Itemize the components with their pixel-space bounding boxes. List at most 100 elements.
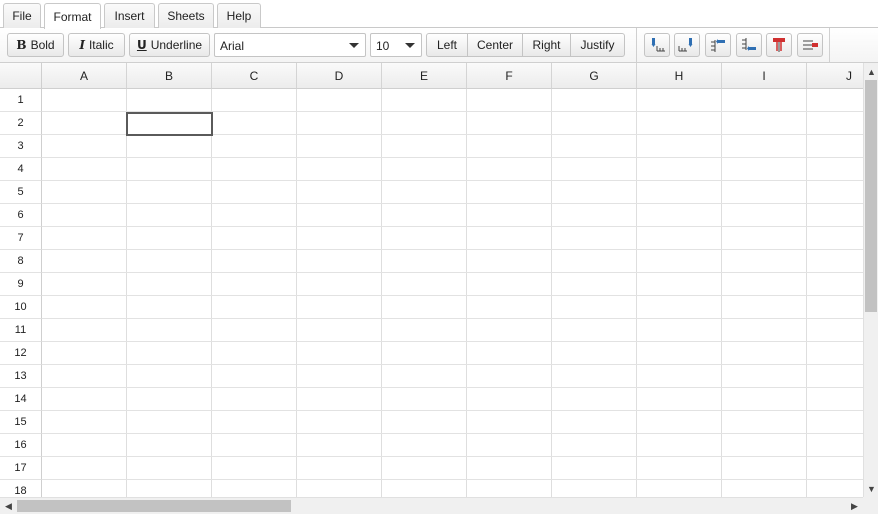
grid-line <box>42 226 863 227</box>
row-header[interactable]: 12 <box>0 342 42 365</box>
vertical-scroll-thumb[interactable] <box>865 80 877 312</box>
row-header[interactable]: 4 <box>0 158 42 181</box>
row-header[interactable]: 18 <box>0 480 42 497</box>
grid-line <box>42 341 863 342</box>
delete-column-button[interactable] <box>766 33 792 57</box>
row-header[interactable]: 16 <box>0 434 42 457</box>
italic-icon: I <box>79 38 85 52</box>
grid-line <box>296 89 297 497</box>
chevron-down-icon[interactable] <box>399 34 421 56</box>
tab-insert[interactable]: Insert <box>104 3 155 28</box>
scroll-up-icon[interactable]: ▲ <box>864 63 878 80</box>
column-header[interactable]: A <box>42 63 127 89</box>
insert-column-right-icon <box>678 38 693 52</box>
bold-button[interactable]: B Bold <box>7 33 64 57</box>
alignment-button-group: Left Center Right Justify <box>426 33 625 57</box>
column-header[interactable]: G <box>552 63 637 89</box>
grid-line <box>126 89 127 497</box>
align-right-button[interactable]: Right <box>523 34 571 56</box>
grid-line <box>211 89 212 497</box>
row-header[interactable]: 11 <box>0 319 42 342</box>
row-header[interactable]: 9 <box>0 273 42 296</box>
grid-line <box>42 410 863 411</box>
grid-line <box>42 295 863 296</box>
grid-line <box>806 89 807 497</box>
underline-label: Underline <box>150 38 203 52</box>
selected-cell[interactable] <box>126 112 213 136</box>
font-size-select[interactable]: 10 <box>370 33 422 57</box>
insert-row-above-button[interactable] <box>705 33 731 57</box>
column-header[interactable]: B <box>127 63 212 89</box>
grid-line <box>42 272 863 273</box>
grid-line <box>42 479 863 480</box>
grid-line <box>381 89 382 497</box>
tab-sheets[interactable]: Sheets <box>158 3 214 28</box>
italic-label: Italic <box>88 38 114 52</box>
column-header[interactable]: D <box>297 63 382 89</box>
tab-file[interactable]: File <box>3 3 41 28</box>
row-header[interactable]: 1 <box>0 89 42 112</box>
grid-line <box>42 456 863 457</box>
format-toolbar: B Bold I Italic U Underline Arial 10 Lef… <box>0 28 878 63</box>
row-header[interactable]: 13 <box>0 365 42 388</box>
grid-line <box>42 364 863 365</box>
scroll-right-icon[interactable]: ▶ <box>846 498 863 514</box>
toolbar-divider <box>829 28 830 63</box>
column-header[interactable]: I <box>722 63 807 89</box>
scrollbar-corner <box>863 497 878 514</box>
column-header[interactable]: E <box>382 63 467 89</box>
row-header[interactable]: 17 <box>0 457 42 480</box>
grid-line <box>42 433 863 434</box>
tab-help[interactable]: Help <box>217 3 261 28</box>
font-size-value: 10 <box>376 39 390 53</box>
row-header[interactable]: 5 <box>0 181 42 204</box>
align-justify-button[interactable]: Justify <box>571 34 624 56</box>
row-header[interactable]: 10 <box>0 296 42 319</box>
grid-line <box>466 89 467 497</box>
insert-column-left-icon <box>651 38 665 52</box>
column-header[interactable]: H <box>637 63 722 89</box>
font-family-select[interactable]: Arial <box>214 33 366 57</box>
row-header[interactable]: 6 <box>0 204 42 227</box>
vertical-scrollbar[interactable]: ▲ ▼ <box>863 63 878 497</box>
grid-line <box>42 180 863 181</box>
spreadsheet-grid[interactable]: A B C D E F G H I J 1 2 3 4 5 6 7 8 9 10… <box>0 63 863 497</box>
scroll-left-icon[interactable]: ◀ <box>0 498 17 514</box>
horizontal-scrollbar[interactable]: ◀ ▶ <box>0 497 863 514</box>
tab-format[interactable]: Format <box>44 3 101 29</box>
delete-row-icon <box>803 40 818 50</box>
column-header[interactable]: C <box>212 63 297 89</box>
insert-row-below-button[interactable] <box>736 33 762 57</box>
delete-column-icon <box>773 38 785 52</box>
delete-row-button[interactable] <box>797 33 823 57</box>
insert-row-above-icon <box>711 39 725 52</box>
insert-column-left-button[interactable] <box>644 33 670 57</box>
scroll-down-icon[interactable]: ▼ <box>864 480 878 497</box>
column-header[interactable]: J <box>807 63 863 89</box>
column-header[interactable]: F <box>467 63 552 89</box>
underline-icon: U <box>136 38 147 52</box>
underline-button[interactable]: U Underline <box>129 33 210 57</box>
row-header[interactable]: 8 <box>0 250 42 273</box>
row-header[interactable]: 2 <box>0 112 42 135</box>
row-header[interactable]: 3 <box>0 135 42 158</box>
grid-line <box>721 89 722 497</box>
bold-icon: B <box>16 38 27 52</box>
align-center-button[interactable]: Center <box>468 34 523 56</box>
row-header[interactable]: 14 <box>0 388 42 411</box>
chevron-down-icon[interactable] <box>343 34 365 56</box>
insert-column-right-button[interactable] <box>674 33 700 57</box>
italic-button[interactable]: I Italic <box>68 33 125 57</box>
font-family-value: Arial <box>220 39 245 53</box>
horizontal-scroll-thumb[interactable] <box>17 500 291 512</box>
grid-line <box>42 157 863 158</box>
grid-line <box>636 89 637 497</box>
select-all-corner[interactable] <box>0 63 42 89</box>
insert-row-below-icon <box>742 38 756 51</box>
row-header[interactable]: 15 <box>0 411 42 434</box>
grid-line <box>42 249 863 250</box>
align-left-button[interactable]: Left <box>427 34 468 56</box>
bold-label: Bold <box>30 38 55 52</box>
row-header[interactable]: 7 <box>0 227 42 250</box>
grid-line <box>551 89 552 497</box>
